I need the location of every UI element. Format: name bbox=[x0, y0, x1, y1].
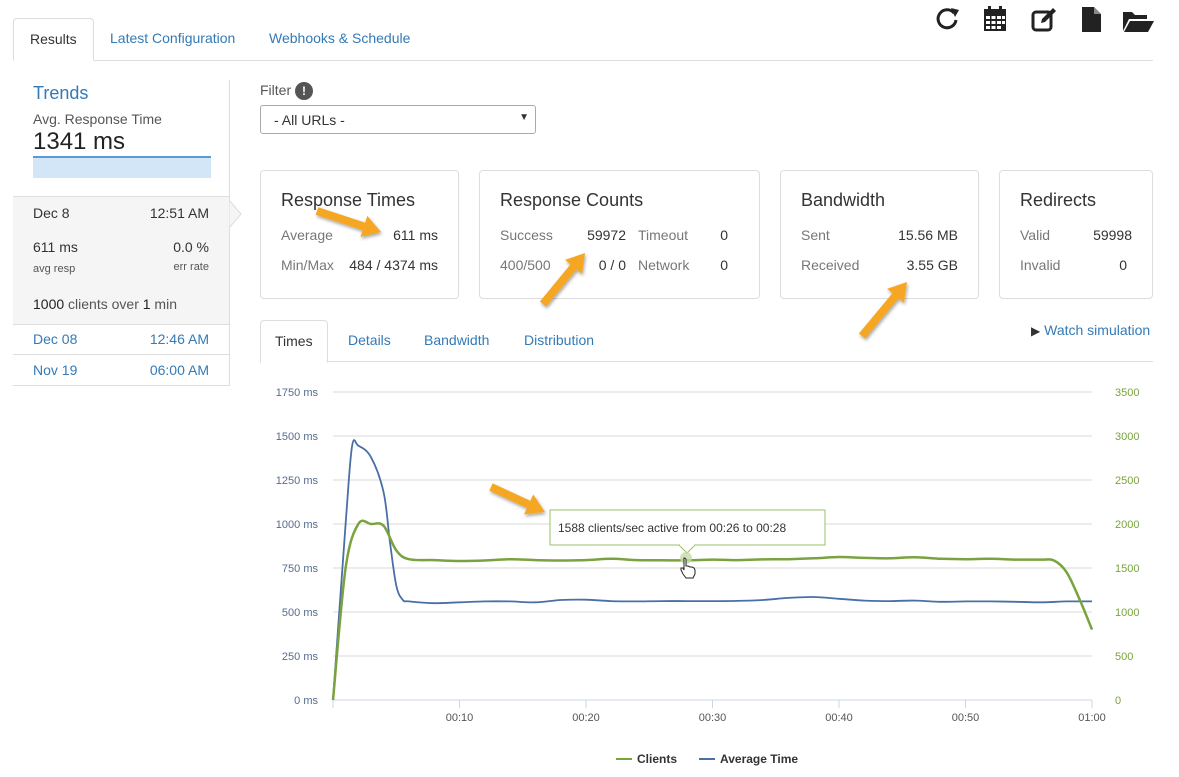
times-chart: 0 ms 250 ms 500 ms 750 ms 1000 ms 1250 ms 1500… bbox=[276, 387, 1140, 766]
y-right-tick-label: 0 bbox=[1115, 695, 1121, 707]
y-left-tick-label: 0 ms bbox=[294, 695, 318, 707]
y-left-tick-label: 500 ms bbox=[282, 607, 319, 619]
y-right-tick-label: 1000 bbox=[1115, 607, 1139, 619]
y-left-tick-label: 250 ms bbox=[282, 651, 319, 663]
x-tick-label: 00:10 bbox=[446, 712, 474, 724]
legend-average-time[interactable]: Average Time bbox=[720, 752, 798, 766]
x-tick-label: 00:40 bbox=[825, 712, 853, 724]
x-tick-label: 01:00 bbox=[1078, 712, 1106, 724]
y-left-tick-label: 1750 ms bbox=[276, 387, 319, 399]
x-tick-label: 00:20 bbox=[572, 712, 600, 724]
x-tick-label: 00:30 bbox=[699, 712, 727, 724]
average-time-line bbox=[332, 439, 1093, 701]
y-right-tick-label: 500 bbox=[1115, 651, 1133, 663]
y-right-tick-label: 2000 bbox=[1115, 519, 1139, 531]
clients-line bbox=[331, 519, 1094, 701]
x-tick-label: 00:50 bbox=[952, 712, 980, 724]
y-left-tick-label: 1250 ms bbox=[276, 475, 319, 487]
y-left-tick-label: 750 ms bbox=[282, 563, 319, 575]
y-left-tick-label: 1500 ms bbox=[276, 431, 319, 443]
tooltip-text: 1588 clients/sec active from 00:26 to 00… bbox=[558, 521, 786, 535]
chart-tooltip: 1588 clients/sec active from 00:26 to 00… bbox=[549, 509, 826, 554]
y-right-tick-label: 3500 bbox=[1115, 387, 1139, 399]
y-right-tick-label: 3000 bbox=[1115, 431, 1139, 443]
legend-clients[interactable]: Clients bbox=[637, 752, 677, 766]
y-right-tick-label: 1500 bbox=[1115, 563, 1139, 575]
y-right-tick-label: 2500 bbox=[1115, 475, 1139, 487]
y-left-tick-label: 1000 ms bbox=[276, 519, 319, 531]
